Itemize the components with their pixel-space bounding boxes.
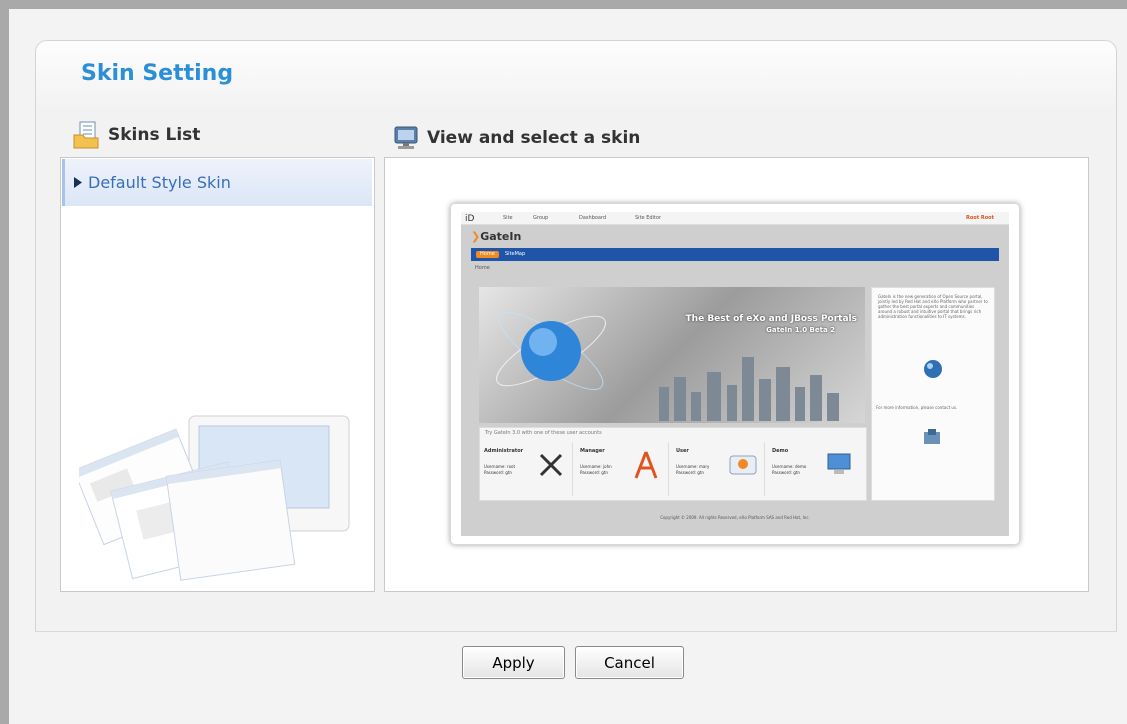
triangle-right-icon bbox=[74, 173, 82, 192]
preview-nav-tab: SiteMap bbox=[505, 251, 526, 257]
preview-banner: The Best of eXo and JBoss Portals GateIn… bbox=[479, 287, 865, 423]
viewer-label: View and select a skin bbox=[427, 128, 641, 148]
viewer-heading: View and select a skin bbox=[393, 125, 640, 151]
preview-account-username: Username: demo bbox=[772, 464, 807, 469]
skin-setting-window: Skin Setting Skins List View and select … bbox=[9, 9, 1127, 724]
preview-account-password: Password: gtn bbox=[580, 470, 608, 475]
preview-exo-logo: iD bbox=[465, 212, 475, 227]
preview-toolbar-item: Site bbox=[503, 215, 513, 221]
preview-breadcrumb: Home bbox=[475, 265, 490, 271]
preview-account-password: Password: gtn bbox=[484, 470, 512, 475]
preview-account: Demo Username: demo Password: gtn bbox=[768, 442, 860, 496]
skin-item-label: Default Style Skin bbox=[88, 173, 231, 192]
preview-toolbar-item: Group bbox=[533, 215, 549, 221]
preview-toolbar-item: Site Editor bbox=[635, 215, 661, 221]
skins-illustration bbox=[79, 415, 350, 581]
preview-side-contact: For more information, please contact us. bbox=[876, 405, 958, 410]
skin-preview-frame[interactable]: iD Site Group Dashboard Site Editor Root… bbox=[450, 203, 1020, 545]
preview-building-icon bbox=[924, 429, 940, 444]
page-title: Skin Setting bbox=[81, 61, 234, 86]
preview-accounts-intro: Try GateIn 3.0 with one of these user ac… bbox=[485, 430, 602, 436]
preview-account-role: User bbox=[676, 448, 689, 454]
preview-account-username: Username: mary bbox=[676, 464, 710, 469]
preview-account: Manager Username: john Password: gtn bbox=[576, 442, 669, 496]
preview-banner-title: The Best of eXo and JBoss Portals bbox=[685, 314, 857, 324]
skin-preview-box: iD Site Group Dashboard Site Editor Root… bbox=[384, 157, 1089, 592]
preview-account-role: Demo bbox=[772, 448, 789, 454]
preview-account-password: Password: gtn bbox=[676, 470, 704, 475]
monitor-icon bbox=[827, 453, 851, 474]
user-card-icon bbox=[729, 455, 757, 475]
preview-account-role: Administrator bbox=[484, 448, 524, 454]
preview-account-username: Username: root bbox=[484, 464, 516, 469]
preview-banner-subtitle: GateIn 1.0 Beta 2 bbox=[766, 326, 835, 334]
preview-logo-text: GateIn bbox=[480, 230, 522, 243]
apply-button[interactable]: Apply bbox=[462, 646, 565, 679]
preview-toolbar-item: Dashboard bbox=[579, 215, 607, 221]
preview-nav: Home SiteMap bbox=[471, 248, 999, 261]
skin-item-default[interactable]: Default Style Skin bbox=[62, 159, 372, 206]
footer-divider bbox=[35, 631, 1117, 632]
preview-account-role: Manager bbox=[580, 448, 605, 454]
preview-gatein-logo: ❯GateIn bbox=[471, 230, 522, 243]
preview-account: User Username: mary Password: gtn bbox=[672, 442, 765, 496]
skins-list-icon bbox=[72, 121, 100, 149]
preview-nav-tab: Home bbox=[476, 251, 499, 258]
skins-list-box: Default Style Skin bbox=[60, 157, 375, 592]
preview-account: Administrator Username: root Password: g… bbox=[480, 442, 573, 496]
cancel-button[interactable]: Cancel bbox=[575, 646, 684, 679]
preview-account-username: Username: john bbox=[580, 464, 612, 469]
preview-side-text: GateIn is the new generation of Open Sou… bbox=[878, 294, 988, 319]
preview-side-panel: GateIn is the new generation of Open Sou… bbox=[871, 287, 995, 501]
svg-text:iD: iD bbox=[465, 214, 475, 222]
preview-copyright: Copyright © 2009. All rights Reserved, e… bbox=[660, 515, 810, 520]
preview-accounts: Try GateIn 3.0 with one of these user ac… bbox=[479, 427, 867, 501]
skins-list-label: Skins List bbox=[108, 125, 201, 145]
preview-account-password: Password: gtn bbox=[772, 470, 800, 475]
preview-toolbar: iD Site Group Dashboard Site Editor Root… bbox=[461, 212, 1009, 225]
pencil-ruler-icon bbox=[634, 451, 658, 479]
preview-screenshot: iD Site Group Dashboard Site Editor Root… bbox=[461, 212, 1009, 536]
preview-globe-icon bbox=[924, 360, 942, 378]
monitor-icon bbox=[393, 125, 419, 151]
skins-list-heading: Skins List bbox=[72, 121, 200, 149]
preview-user: Root Root bbox=[966, 215, 994, 221]
tools-icon bbox=[539, 453, 563, 477]
